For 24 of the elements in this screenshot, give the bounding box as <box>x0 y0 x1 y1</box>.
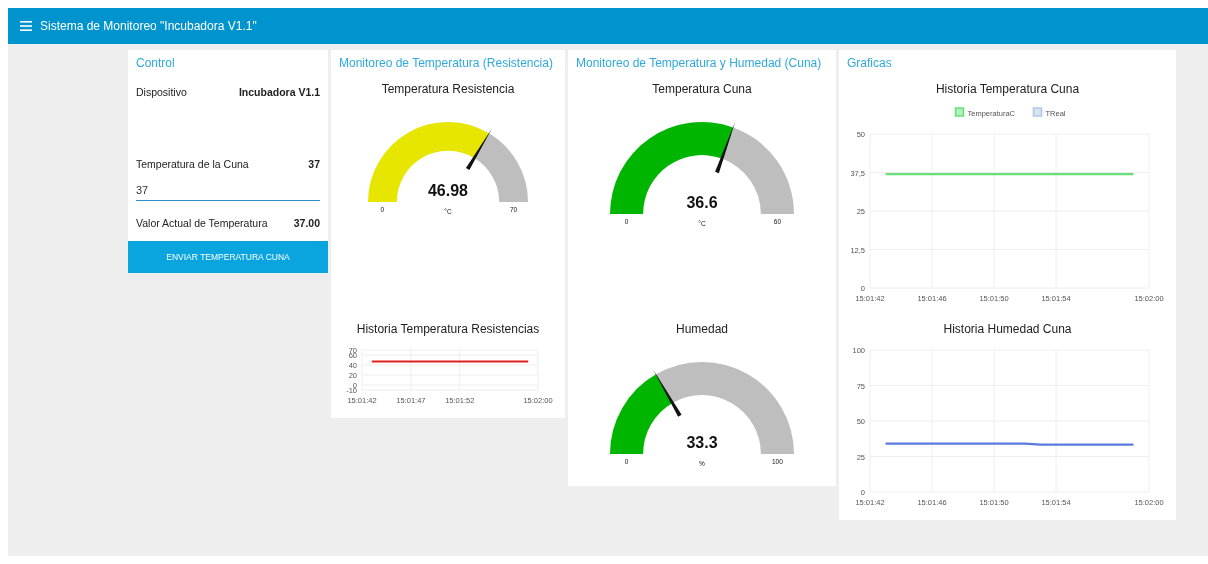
gauge-title: Temperatura Cuna <box>652 81 752 98</box>
menu-icon[interactable] <box>20 21 32 31</box>
gauge-title: Humedad <box>676 321 728 338</box>
gauge-needle <box>715 121 736 174</box>
info-value: 37.00 <box>293 217 320 229</box>
chart-title: Historia Humedad Cuna <box>943 321 1072 338</box>
info-label: Valor Actual de Temperatura <box>136 217 268 229</box>
info-label: Dispositivo <box>136 86 187 98</box>
info-value: Incubadora V1.1 <box>238 86 320 98</box>
gauge-value: 36.6 <box>686 194 718 211</box>
group-title: Monitoreo de Temperatura y Humedad (Cuna) <box>575 55 823 72</box>
group-title: Control <box>135 55 176 72</box>
info-value: 37 <box>308 158 320 170</box>
gauge-value: 33.3 <box>686 434 718 451</box>
gauge-value: 46.98 <box>428 182 468 199</box>
group-title: Graficas <box>846 55 893 72</box>
group-title: Monitoreo de Temperatura (Resistencia) <box>338 55 554 72</box>
gauge-title: Temperatura Resistencia <box>381 81 515 98</box>
info-label: Temperatura de la Cuna <box>136 158 249 170</box>
gauge-track <box>474 133 528 202</box>
gauge-needle <box>465 128 493 171</box>
chart-title: Historia Temperatura Cuna <box>935 81 1080 98</box>
app-title: Sistema de Monitoreo "Incubadora V1.1" <box>40 19 257 33</box>
chart-title: Historia Temperatura Resistencias <box>356 321 540 338</box>
